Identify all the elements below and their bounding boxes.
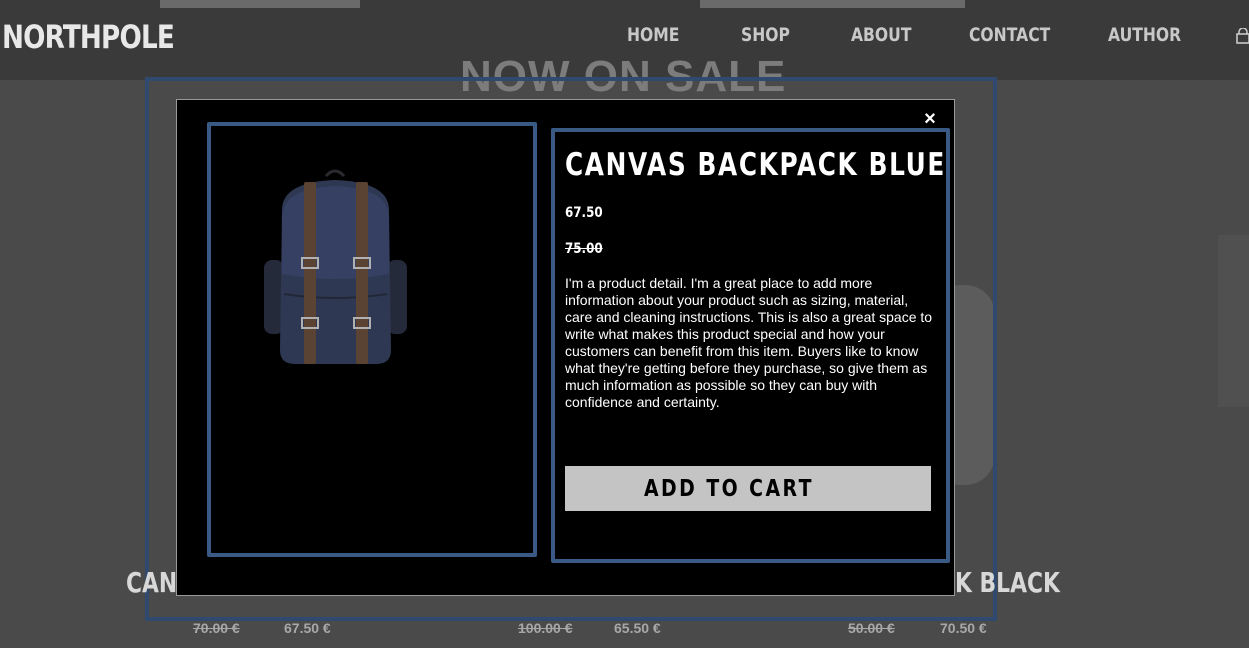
nav-shop[interactable]: SHOP	[741, 24, 790, 46]
site-logo[interactable]: NORTHPOLE	[2, 18, 175, 56]
background-old-price: 50.00 €	[848, 620, 895, 636]
nav-author[interactable]: AUTHOR	[1108, 24, 1181, 46]
cart-icon[interactable]	[1236, 28, 1249, 44]
product-description: I'm a product detail. I'm a great place …	[565, 275, 933, 410]
product-title: CANVAS BACKPACK BLUE	[565, 147, 946, 183]
nav-home[interactable]: HOME	[627, 24, 679, 46]
background-old-price: 70.00 €	[193, 620, 240, 636]
add-to-cart-label: ADD TO CART	[644, 475, 815, 502]
backpack-product-image[interactable]	[258, 168, 413, 368]
background-old-price: 100.00 €	[518, 620, 573, 636]
product-old-price: 75.00	[565, 241, 603, 257]
nav-contact[interactable]: CONTACT	[969, 24, 1050, 46]
add-to-cart-button[interactable]: ADD TO CART	[565, 466, 931, 511]
product-price: 67.50	[565, 205, 603, 221]
background-product-title: K BLACK	[955, 566, 1060, 599]
close-button[interactable]: ×	[920, 109, 940, 129]
nav-about[interactable]: ABOUT	[851, 24, 911, 46]
background-price: 67.50 €	[284, 620, 331, 636]
side-tab[interactable]	[1218, 235, 1249, 407]
background-price: 65.50 €	[614, 620, 661, 636]
background-price: 70.50 €	[940, 620, 987, 636]
header-image-strip	[160, 0, 360, 8]
header-image-strip	[700, 0, 965, 8]
